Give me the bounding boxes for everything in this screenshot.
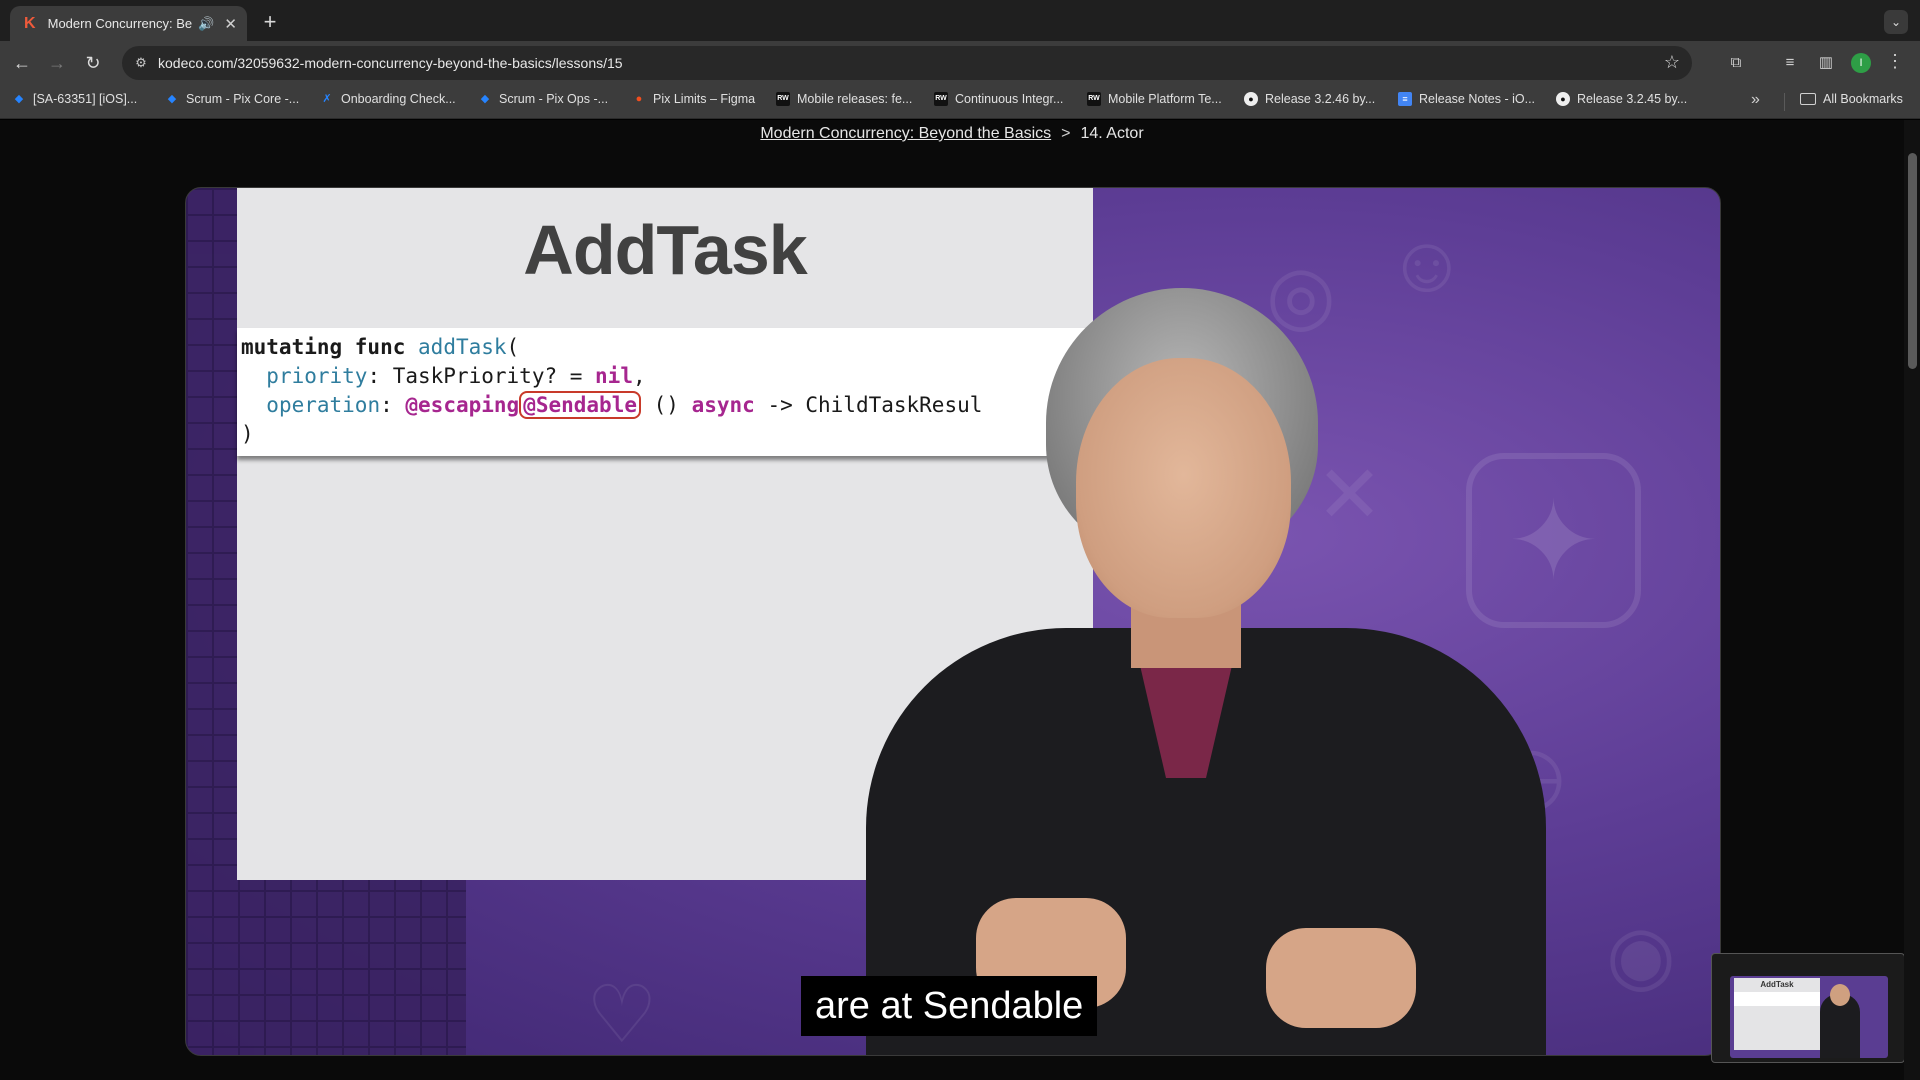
highlighted-sendable: @Sendable xyxy=(519,391,641,419)
thumbnail-video: AddTask xyxy=(1730,976,1888,1058)
more-bookmarks-icon[interactable]: » xyxy=(1751,91,1760,109)
side-panel-icon[interactable]: ▥ xyxy=(1814,51,1838,75)
code-function-name: addTask xyxy=(418,335,507,359)
bookmark-item[interactable]: RW Mobile Platform Te... xyxy=(1087,92,1222,106)
browser-toolbar: ← → ↻ ⚙ kodeco.com/32059632-modern-concu… xyxy=(0,41,1920,83)
docs-icon: ≡ xyxy=(1398,92,1412,106)
code-punct: () xyxy=(640,393,679,417)
tab-search-button[interactable]: ⌄ xyxy=(1884,10,1908,34)
rw-icon: RW xyxy=(1087,92,1101,106)
bookmark-star-icon[interactable]: ☆ xyxy=(1664,52,1680,73)
heart-icon: ♡ xyxy=(586,970,658,1056)
presenter-hand xyxy=(1266,928,1416,1028)
scrollbar-thumb[interactable] xyxy=(1908,153,1917,369)
jira-icon: ◆ xyxy=(167,93,177,105)
jira-icon: ✗ xyxy=(322,93,332,105)
active-tab[interactable]: K Modern Concurrency: Beyond the Basics … xyxy=(10,6,247,41)
address-bar[interactable]: ⚙ kodeco.com/32059632-modern-concurrency… xyxy=(122,46,1692,80)
rw-icon: RW xyxy=(934,92,948,106)
breadcrumb-course-link[interactable]: Modern Concurrency: Beyond the Basics xyxy=(760,125,1051,142)
page-content: Modern Concurrency: Beyond the Basics >14… xyxy=(0,120,1920,1080)
code-punct: , xyxy=(632,364,646,388)
github-icon: ● xyxy=(1244,92,1258,106)
thumbnail-slide: AddTask xyxy=(1734,978,1820,1050)
github-icon: ● xyxy=(1556,92,1570,106)
bookmark-item[interactable]: ● Release 3.2.46 by... xyxy=(1244,92,1375,106)
slide-title: AddTask xyxy=(523,211,807,289)
bookmark-item[interactable]: RW Continuous Integr... xyxy=(934,92,1063,106)
bookmark-item[interactable]: ◆ Scrum - Pix Core -... xyxy=(165,92,299,106)
jira-icon: ◆ xyxy=(14,93,24,105)
breadcrumb-lesson: 14. Actor xyxy=(1080,125,1144,142)
forward-arrow-icon[interactable]: → xyxy=(44,50,70,76)
bookmark-item[interactable]: ≡ Release Notes - iO... xyxy=(1398,92,1535,106)
close-icon[interactable]: ✕ xyxy=(224,15,237,33)
bookmarks-bar: ◆ [SA-63351] [iOS]... ◆ Scrum - Pix Core -… xyxy=(0,83,1920,119)
kebab-menu-icon[interactable]: ⋮ xyxy=(1885,51,1905,72)
new-tab-button[interactable]: + xyxy=(256,9,284,37)
tab-strip: K Modern Concurrency: Beyond the Basics … xyxy=(0,0,1920,41)
profile-avatar[interactable]: I xyxy=(1851,53,1871,73)
presenter-face xyxy=(1076,358,1291,618)
bookmark-item[interactable]: ◆ Scrum - Pix Ops -... xyxy=(478,92,608,106)
code-param: operation xyxy=(266,393,381,417)
all-bookmarks-button[interactable]: All Bookmarks xyxy=(1800,92,1903,106)
divider xyxy=(1784,93,1785,111)
code-type: : TaskPriority? = xyxy=(367,364,596,388)
breadcrumb: Modern Concurrency: Beyond the Basics >14… xyxy=(0,125,1904,143)
tab-title: Modern Concurrency: Beyond the Basics xyxy=(47,16,193,31)
jira-icon: ◆ xyxy=(480,93,490,105)
code-punct: ( xyxy=(506,335,520,359)
rw-icon: RW xyxy=(776,92,790,106)
extensions-icon[interactable]: ⧉ xyxy=(1724,51,1748,75)
reload-icon[interactable]: ↻ xyxy=(80,50,106,76)
video-caption: are at Sendable xyxy=(801,976,1098,1036)
folder-icon xyxy=(1800,93,1816,105)
code-attribute: @escaping xyxy=(405,393,520,417)
code-keyword: nil xyxy=(595,364,633,388)
code-punct: ) xyxy=(241,422,254,446)
bookmark-item[interactable]: RW Mobile releases: fe... xyxy=(776,92,912,106)
page-scrollbar[interactable] xyxy=(1904,120,1920,1080)
code-punct: : xyxy=(380,393,406,417)
kodeco-favicon-icon: K xyxy=(24,14,36,32)
thumbnail-slide-title: AddTask xyxy=(1760,980,1794,989)
breadcrumb-separator: > xyxy=(1061,125,1071,142)
media-controls-icon[interactable]: ≡ xyxy=(1778,51,1802,75)
back-arrow-icon[interactable]: ← xyxy=(9,50,35,76)
code-keyword: mutating func xyxy=(241,335,406,359)
bookmark-item[interactable]: ● Release 3.2.45 by... xyxy=(1556,92,1687,106)
url-text[interactable]: kodeco.com/32059632-modern-concurrency-b… xyxy=(158,55,623,71)
code-param: priority xyxy=(266,364,368,388)
presenter xyxy=(846,288,1566,1055)
video-player[interactable]: ◎ ☺ ✕ ◷ ◉ ♡ ✦ AddTask mutating func addT… xyxy=(185,187,1721,1056)
video-preview-thumbnail[interactable]: AddTask xyxy=(1711,953,1905,1063)
bookmark-item[interactable]: ✗ Onboarding Check... xyxy=(320,92,455,106)
site-info-icon[interactable]: ⚙ xyxy=(132,54,150,72)
eye-icon: ◉ xyxy=(1606,910,1676,999)
thumbnail-code xyxy=(1734,992,1820,1006)
figma-icon: ● xyxy=(635,93,643,105)
bookmark-item[interactable]: ◆ [SA-63351] [iOS]... xyxy=(12,92,137,106)
code-keyword: async xyxy=(691,393,755,417)
thumbnail-presenter-head xyxy=(1830,984,1850,1006)
bookmark-item[interactable]: ● Pix Limits – Figma xyxy=(632,92,755,106)
speaker-icon[interactable]: 🔊 xyxy=(198,16,214,32)
